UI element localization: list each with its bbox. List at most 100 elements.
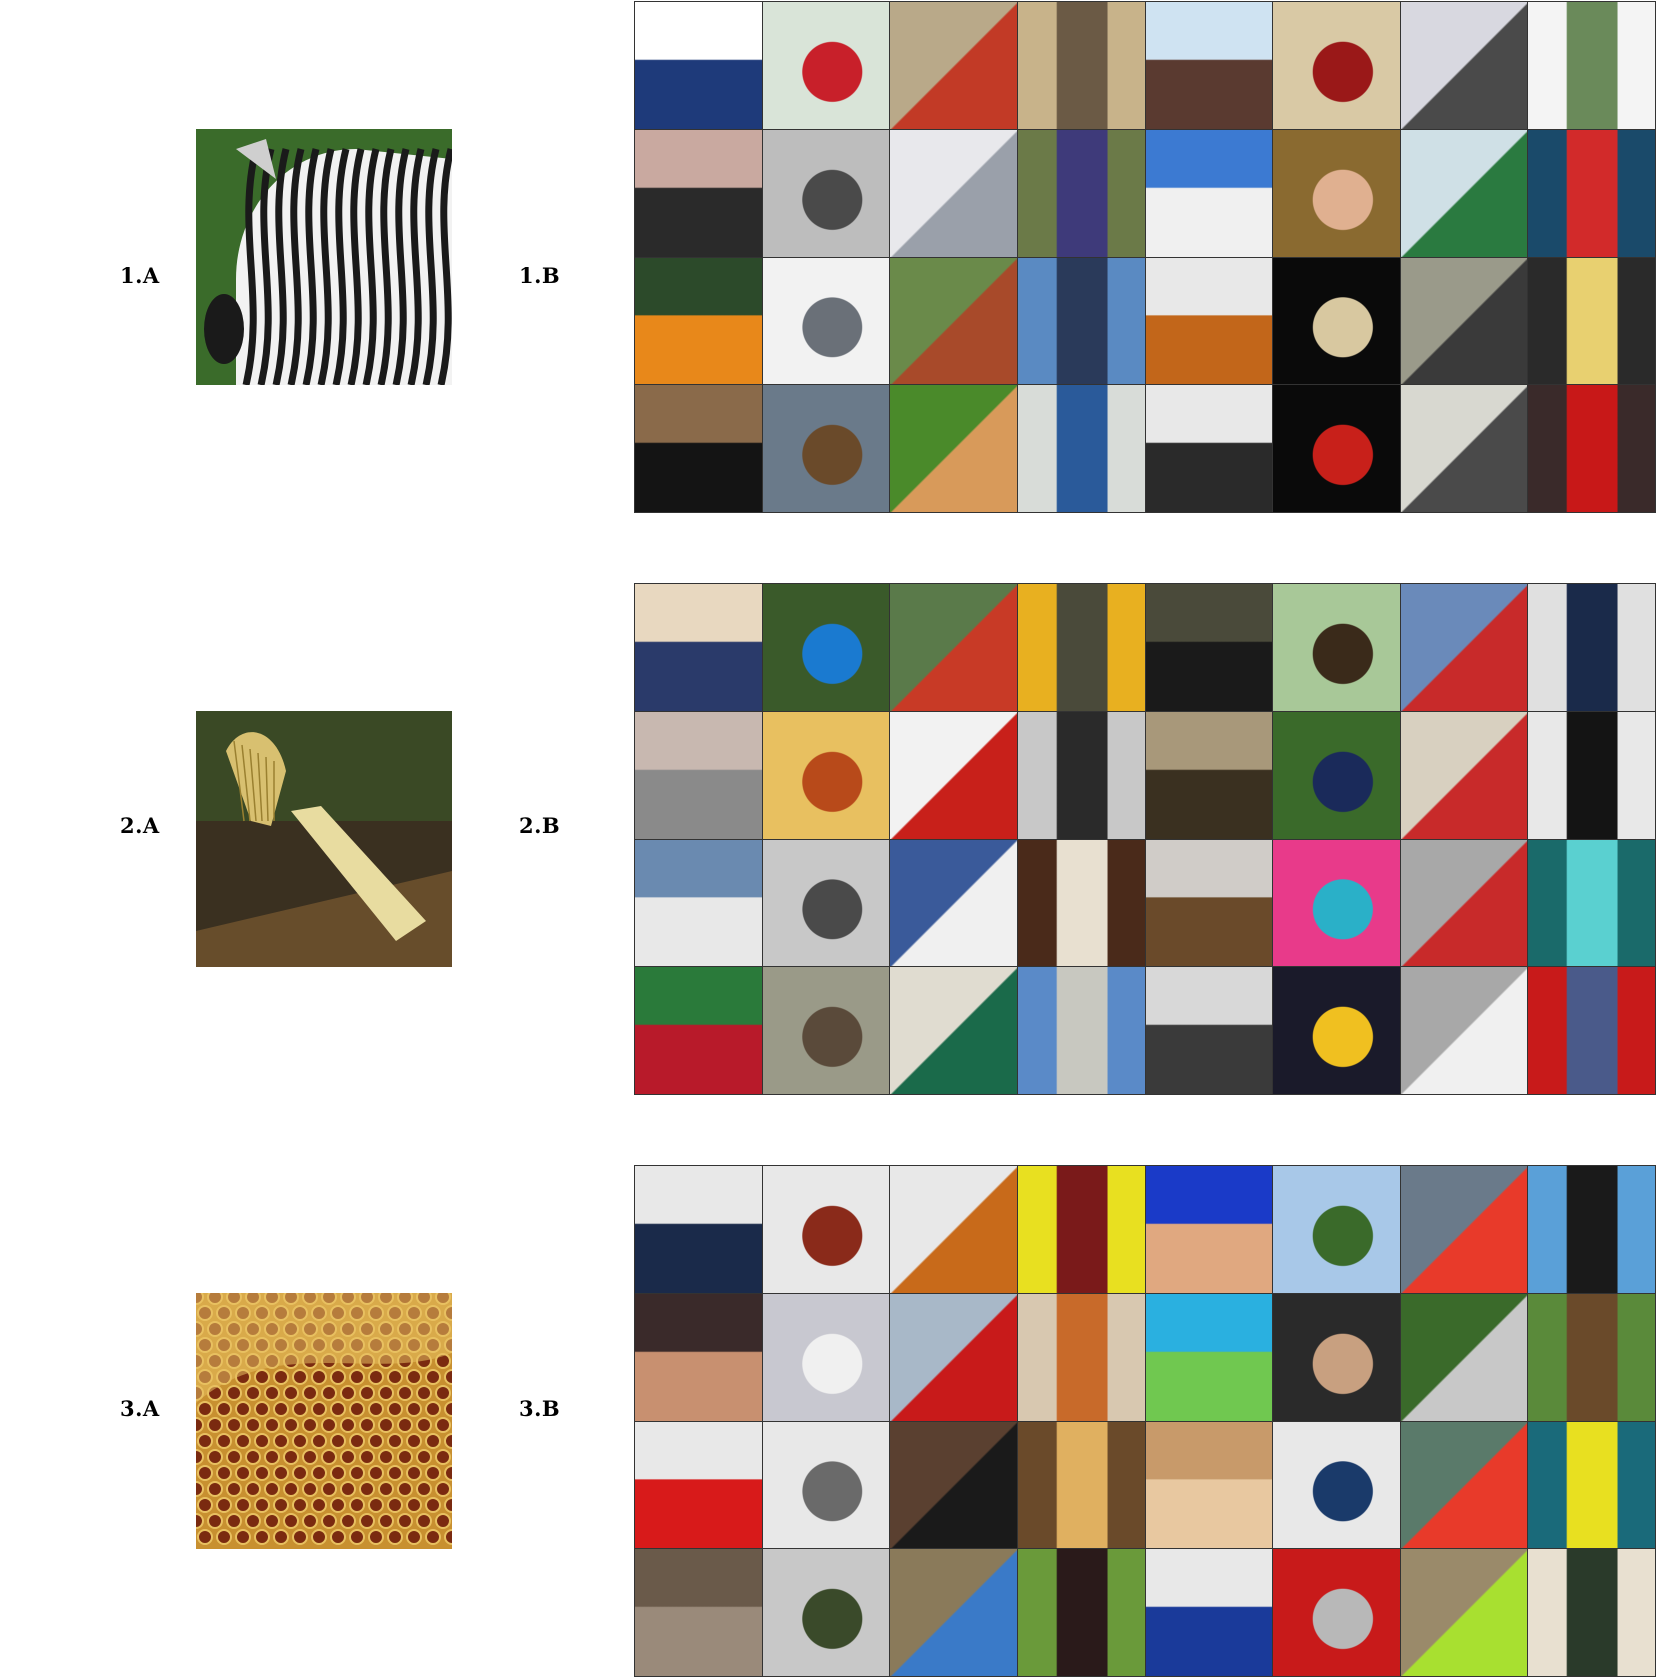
grid-image-red-robe	[1017, 1166, 1145, 1293]
grid-image-pomeranian	[890, 257, 1017, 385]
grid-image-golf-cart	[1400, 839, 1528, 967]
grid-image-suv	[1400, 385, 1528, 512]
grid-image-blue-machine	[1145, 1549, 1273, 1676]
grid-image-cabinet	[762, 257, 890, 385]
grid-image-red-truck	[762, 2, 890, 129]
grid-image-castle	[762, 1549, 890, 1676]
grid-image-dog-closeup	[890, 1421, 1017, 1549]
grid-image-strawberry	[890, 711, 1017, 839]
grid-image-corgi	[890, 385, 1017, 512]
grid-image-kayak-man	[1400, 1421, 1528, 1549]
grid-image-bedroom	[1273, 2, 1400, 129]
grid-image-cruise-ship	[762, 1293, 890, 1421]
grid-image-water-tower	[1145, 129, 1273, 257]
grid-image-cupboard	[1145, 257, 1273, 385]
grid-image-marathon	[1528, 967, 1655, 1094]
grid-image-ox-field	[1017, 711, 1145, 839]
image-grid	[634, 583, 1656, 1095]
grid-image-knit-fabric	[1273, 839, 1400, 967]
grid-image-dishwasher	[762, 1421, 890, 1549]
grid-image-elephants	[1400, 257, 1528, 385]
grid-image-blue-cloth	[635, 2, 762, 129]
panel-label-a: 3.A	[120, 1396, 160, 1421]
grid-image-smiling-woman	[1145, 1166, 1273, 1293]
grid-image-kayaks	[1400, 1166, 1528, 1293]
grid-image-revolvers	[1017, 2, 1145, 129]
grid-image-lighthouse	[1145, 2, 1273, 129]
grid-image-radio	[762, 839, 890, 967]
grid-image-police-car	[1017, 385, 1145, 512]
grid-image-dragonfly	[1017, 129, 1145, 257]
grid-image-crowd	[1528, 385, 1655, 512]
grid-image-wreckage	[762, 129, 890, 257]
grid-image-fried-food	[762, 711, 890, 839]
single-image-zebra	[196, 129, 452, 385]
grid-image-grizzly	[762, 967, 890, 1094]
grid-image-tractor	[890, 584, 1017, 711]
panel-label-b: 1.B	[519, 263, 561, 288]
grid-image-stork	[1528, 1166, 1655, 1293]
grid-image-puppy-grass	[1017, 1549, 1145, 1676]
grid-image-spaniel	[1273, 584, 1400, 711]
grid-image-striped-sock	[762, 1166, 890, 1293]
grid-image-lizard	[1145, 711, 1273, 839]
grid-image-baseball	[1273, 385, 1400, 512]
grid-image-marina	[1017, 257, 1145, 385]
grid-image-backpack	[635, 1166, 762, 1293]
grid-image-pomegranate	[635, 967, 762, 1094]
image-grid	[634, 1, 1656, 513]
grid-image-bear	[762, 385, 890, 512]
grid-image-red-paddles	[635, 1421, 762, 1549]
grid-image-smiling-dog	[1017, 839, 1145, 967]
grid-image-old-camera	[635, 129, 762, 257]
grid-image-people-table	[1528, 1549, 1655, 1676]
grid-image-harbor	[1400, 129, 1528, 257]
grid-image-black-truck	[1528, 711, 1655, 839]
grid-image-golden-dog	[1017, 1421, 1145, 1549]
grid-image-speedboat	[1528, 129, 1655, 257]
grid-image-balls	[635, 257, 762, 385]
grid-image-baby	[1273, 129, 1400, 257]
grid-image-sign-revolver	[890, 1166, 1017, 1293]
grid-image-mountains	[890, 839, 1017, 967]
grid-image-tiger-beetle	[890, 967, 1017, 1094]
grid-image-monitors	[1528, 584, 1655, 711]
grid-image-revolver-red	[1273, 1549, 1400, 1676]
grid-image-oboe-player	[635, 1293, 762, 1421]
grid-image-spider	[1528, 257, 1655, 385]
image-grid	[634, 1165, 1656, 1677]
grid-image-man-posing	[635, 584, 762, 711]
grid-image-tennis-ball	[1400, 1549, 1528, 1676]
grid-image-urn	[635, 711, 762, 839]
panel-label-a: 2.A	[120, 813, 160, 838]
grid-image-lionfish	[1528, 839, 1655, 967]
grid-image-sea-slug	[1145, 1293, 1273, 1421]
grid-image-street	[1400, 711, 1528, 839]
grid-image-dome-building	[1017, 967, 1145, 1094]
grid-image-red-tractor	[890, 2, 1017, 129]
single-image-morel-mushroom	[196, 711, 452, 967]
grid-image-denim-skirt	[1273, 1421, 1400, 1549]
grid-image-truck-lot	[1528, 1293, 1655, 1421]
grid-image-computer	[1145, 385, 1273, 512]
grid-image-fox-grass	[1017, 1293, 1145, 1421]
panel-label-b: 3.B	[519, 1396, 561, 1421]
grid-image-mountain-lake	[1400, 584, 1528, 711]
grid-image-yellow-fish	[1528, 1421, 1655, 1549]
grid-image-beetle	[1145, 839, 1273, 967]
single-image-honeycomb	[196, 1293, 452, 1549]
grid-image-airplane	[635, 839, 762, 967]
grid-image-yellow-tool	[1273, 967, 1400, 1094]
grid-image-revolvers-yellow	[1017, 584, 1145, 711]
grid-image-man-glasses	[1273, 1293, 1400, 1421]
grid-image-microwave	[1145, 967, 1273, 1094]
grid-image-girl-racket	[1273, 711, 1400, 839]
grid-image-tree-road	[1400, 1293, 1528, 1421]
panel-label-b: 2.B	[519, 813, 561, 838]
grid-image-window	[1528, 2, 1655, 129]
grid-image-businessmen	[1145, 584, 1273, 711]
grid-image-water-tower-2	[1273, 1166, 1400, 1293]
grid-image-knife	[1273, 257, 1400, 385]
grid-image-black-puppy	[635, 385, 762, 512]
panel-label-a: 1.A	[120, 263, 160, 288]
